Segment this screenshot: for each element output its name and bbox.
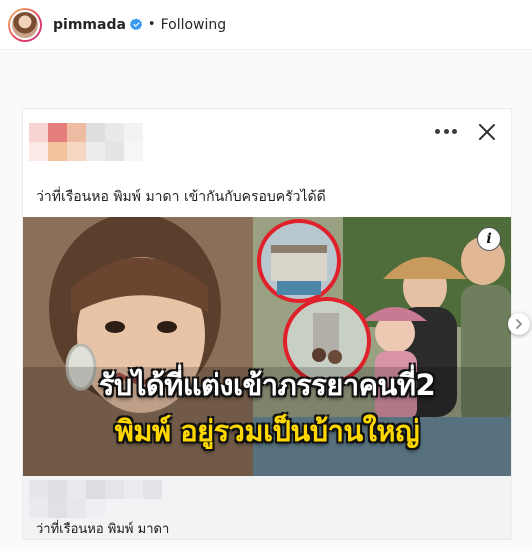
chevron-right-icon bbox=[516, 319, 523, 329]
pixelated-source-name bbox=[29, 480, 162, 499]
separator-dot: • bbox=[147, 17, 156, 32]
info-icon[interactable]: i bbox=[477, 227, 501, 251]
footer-title: ว่าที่เรือนหอ พิมพ์ มาดา bbox=[36, 522, 170, 537]
headline-line-1: รับได้ที่แต่งเข้าภรรยาคนที่2 bbox=[98, 368, 436, 402]
next-slide-button[interactable] bbox=[508, 313, 530, 335]
close-icon[interactable] bbox=[477, 122, 497, 142]
card-title: ว่าที่เรือนหอ พิมพ์ มาดา เข้ากันกับครอบค… bbox=[36, 189, 326, 205]
card-actions bbox=[435, 122, 497, 142]
profile-avatar[interactable] bbox=[8, 7, 42, 42]
verified-badge-icon bbox=[129, 18, 143, 30]
article-thumbnail[interactable]: i รับได้ที่แต่งเข้าภรรยาคนที่2 พิมพ์ อยู… bbox=[23, 217, 511, 476]
pixelated-source-name-row2 bbox=[29, 499, 105, 518]
username[interactable]: pimmada bbox=[53, 17, 126, 33]
post-header: pimmada • Following bbox=[0, 0, 532, 50]
post-media: ว่าที่เรือนหอ พิมพ์ มาดา เข้ากันกับครอบค… bbox=[0, 51, 532, 549]
following-button[interactable]: Following bbox=[161, 17, 227, 33]
headline-line-2: พิมพ์ อยู่รวมเป็นบ้านใหญ่ bbox=[114, 414, 420, 448]
avatar-image bbox=[10, 9, 40, 40]
card-footer[interactable]: ว่าที่เรือนหอ พิมพ์ มาดา bbox=[23, 476, 511, 539]
more-options-icon[interactable] bbox=[435, 129, 457, 135]
pixelated-page-name bbox=[29, 123, 143, 142]
pixelated-page-name-row2 bbox=[29, 142, 143, 161]
shared-link-card[interactable]: ว่าที่เรือนหอ พิมพ์ มาดา เข้ากันกับครอบค… bbox=[23, 109, 511, 539]
